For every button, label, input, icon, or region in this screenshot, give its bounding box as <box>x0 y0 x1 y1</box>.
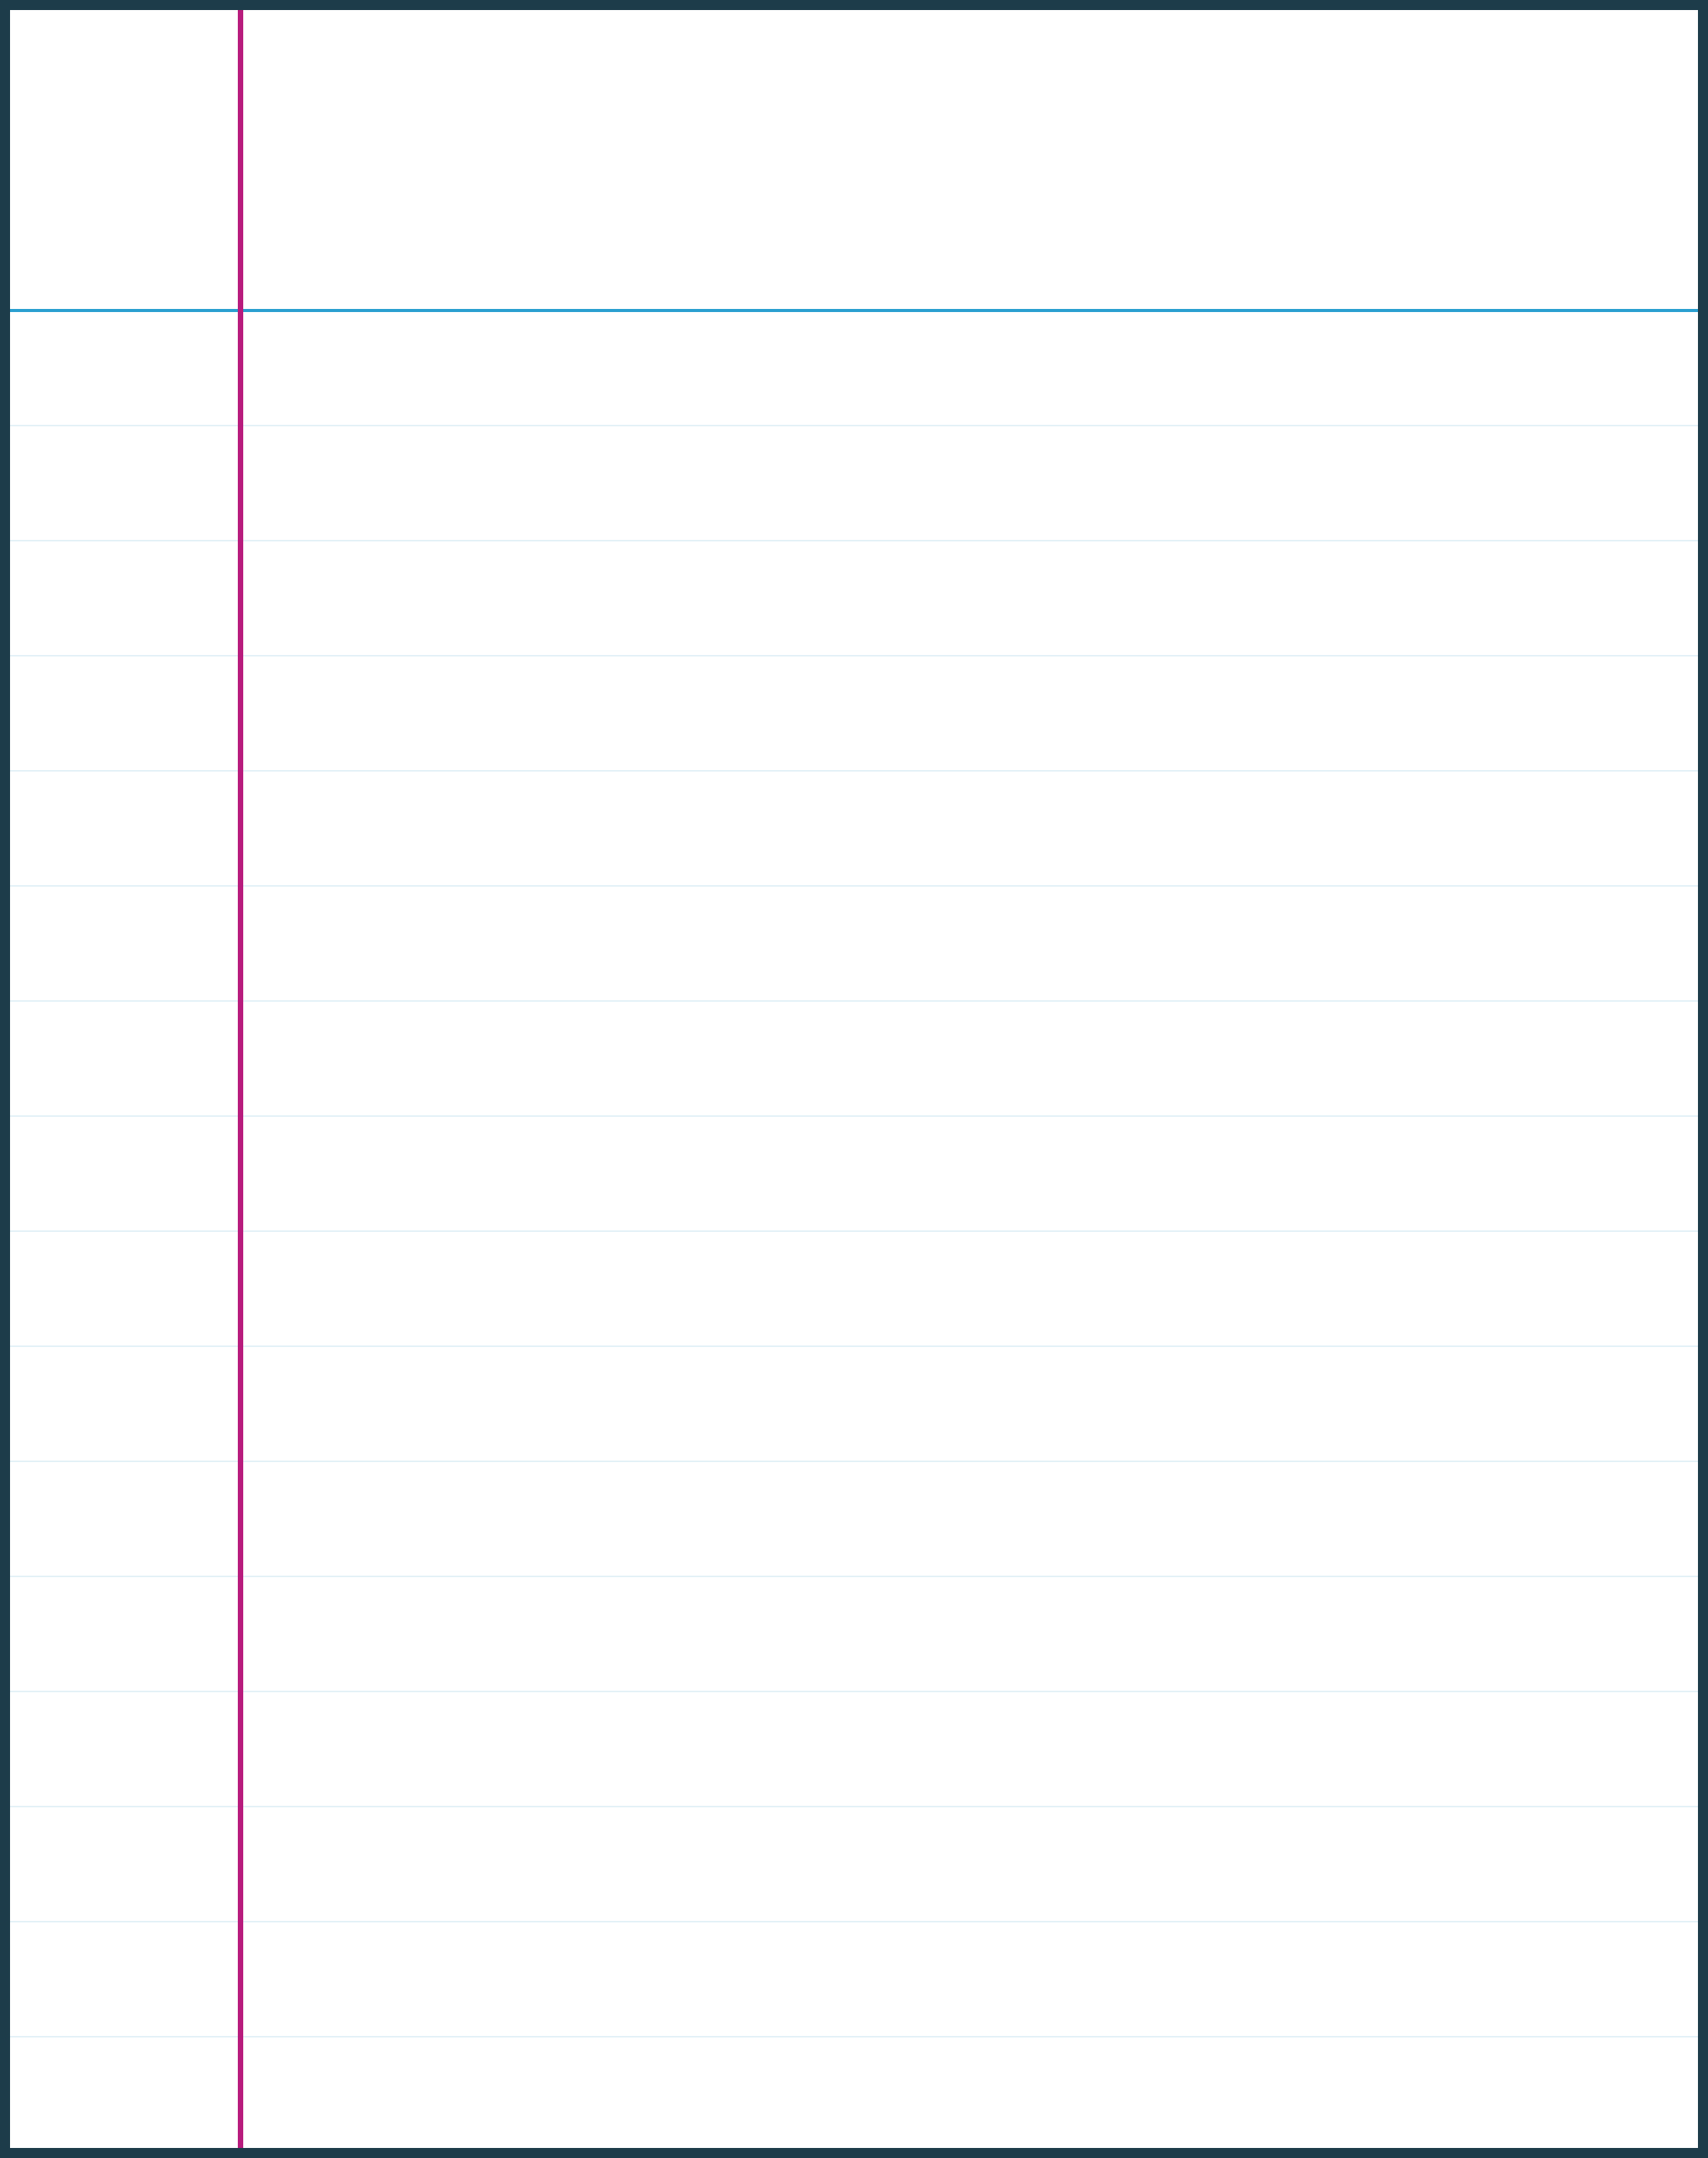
ruled-line <box>10 1576 1698 1577</box>
ruled-paper-sheet <box>0 0 1708 2158</box>
margin-line <box>238 10 243 2148</box>
ruled-line <box>10 1921 1698 1922</box>
ruled-line <box>10 1230 1698 1232</box>
ruled-line <box>10 540 1698 541</box>
ruled-line <box>10 2036 1698 2038</box>
ruled-line <box>10 885 1698 887</box>
ruled-line <box>10 655 1698 657</box>
ruled-line <box>10 1461 1698 1462</box>
ruled-line <box>10 1691 1698 1692</box>
ruled-line <box>10 1345 1698 1347</box>
ruled-line <box>10 1806 1698 1807</box>
ruled-line <box>10 1000 1698 1002</box>
ruled-line <box>10 425 1698 426</box>
ruled-line <box>10 1115 1698 1117</box>
ruled-line <box>10 770 1698 772</box>
ruled-lines <box>10 10 1698 2148</box>
